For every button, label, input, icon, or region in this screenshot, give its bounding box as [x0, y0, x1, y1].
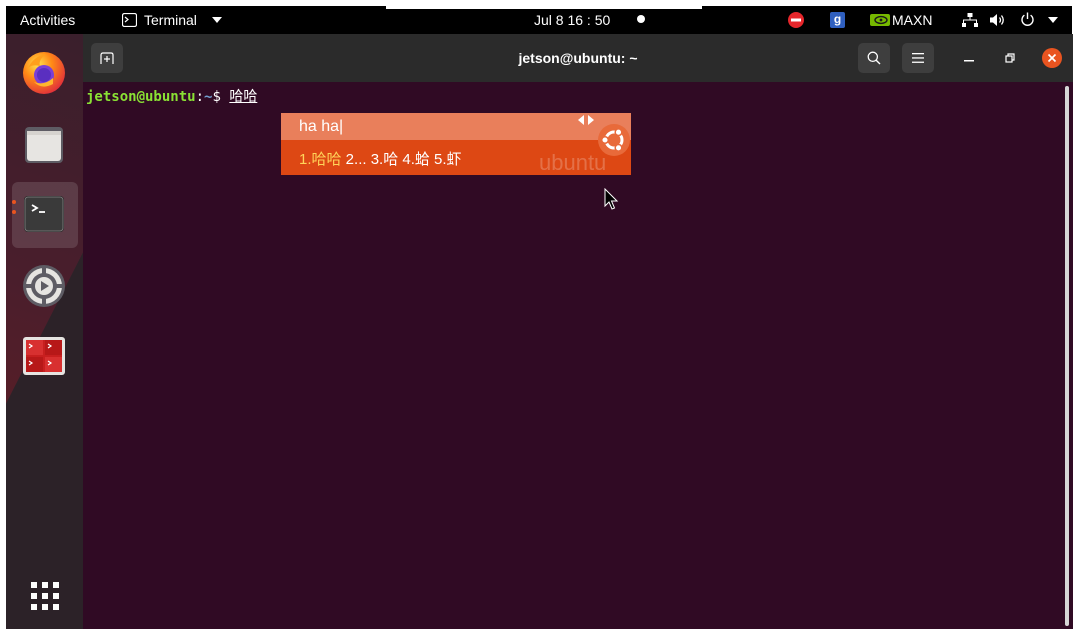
firefox-icon[interactable] [20, 48, 68, 96]
ime-candidate-window: ha ha| ubuntu 1.哈哈 2... 3.哈 4.蛤 5.虾 [281, 113, 631, 175]
activities-button[interactable]: Activities [20, 6, 75, 34]
close-icon[interactable] [1042, 48, 1062, 68]
ime-candidate-list[interactable]: 1.哈哈 2... 3.哈 4.蛤 5.虾 [299, 148, 462, 169]
power-mode-label: MAXN [892, 12, 933, 28]
ime-candidates-rest[interactable]: 2... 3.哈 4.蛤 5.虾 [342, 151, 462, 168]
app-menu-label: Terminal [144, 12, 197, 28]
prompt-user: jetson@ubuntu [86, 89, 196, 105]
do-not-disturb-icon[interactable] [788, 12, 804, 28]
files-icon[interactable] [20, 120, 68, 168]
window-headerbar: jetson@ubuntu: ~ [83, 34, 1073, 82]
page-arrows-icon[interactable] [577, 115, 595, 125]
search-button[interactable] [858, 43, 890, 73]
mouse-pointer-icon [604, 188, 619, 210]
running-indicator [12, 200, 16, 224]
power-mode-indicator[interactable]: MAXN [870, 6, 950, 34]
top-panel: Activities Terminal Jul 8 16 : 50 g MAXN [6, 6, 1072, 34]
ime-preedit-text: 哈哈 [229, 89, 258, 105]
settings-icon[interactable] [20, 262, 68, 310]
scrollbar[interactable] [1065, 86, 1069, 626]
app-menu[interactable]: Terminal [120, 6, 230, 34]
volume-icon[interactable] [990, 13, 1008, 27]
clock-label: Jul 8 16 : 50 [534, 12, 611, 28]
prompt-line: jetson@ubuntu:~$ 哈哈 [86, 86, 257, 106]
hamburger-menu-icon [912, 53, 924, 63]
ime-candidate-1[interactable]: 1.哈哈 [299, 151, 342, 168]
desktop: Activities Terminal Jul 8 16 : 50 g MAXN [0, 0, 1077, 629]
terminal-small-icon [122, 13, 137, 27]
power-icon[interactable] [1020, 12, 1035, 27]
prompt-symbol: $ [212, 89, 221, 105]
dock [6, 34, 83, 629]
ime-input-text: ha ha| [299, 118, 344, 135]
terminal-icon[interactable] [20, 191, 68, 239]
terminator-icon[interactable] [20, 332, 68, 380]
g-indicator-icon[interactable]: g [830, 12, 845, 28]
nvidia-icon [870, 14, 890, 26]
minimize-icon[interactable] [964, 60, 974, 62]
search-icon [867, 51, 881, 65]
chevron-down-icon [212, 17, 222, 23]
prompt-separator: : [195, 89, 205, 105]
notification-dot-icon [637, 15, 645, 23]
menu-button[interactable] [902, 43, 934, 73]
network-wired-icon[interactable] [962, 13, 978, 27]
clock[interactable]: Jul 8 16 : 50 [534, 6, 654, 34]
system-menu-chevron-icon[interactable] [1048, 17, 1058, 23]
restore-icon[interactable] [1005, 53, 1015, 63]
ubuntu-logo-icon [598, 124, 630, 156]
show-applications-icon[interactable] [31, 582, 59, 610]
